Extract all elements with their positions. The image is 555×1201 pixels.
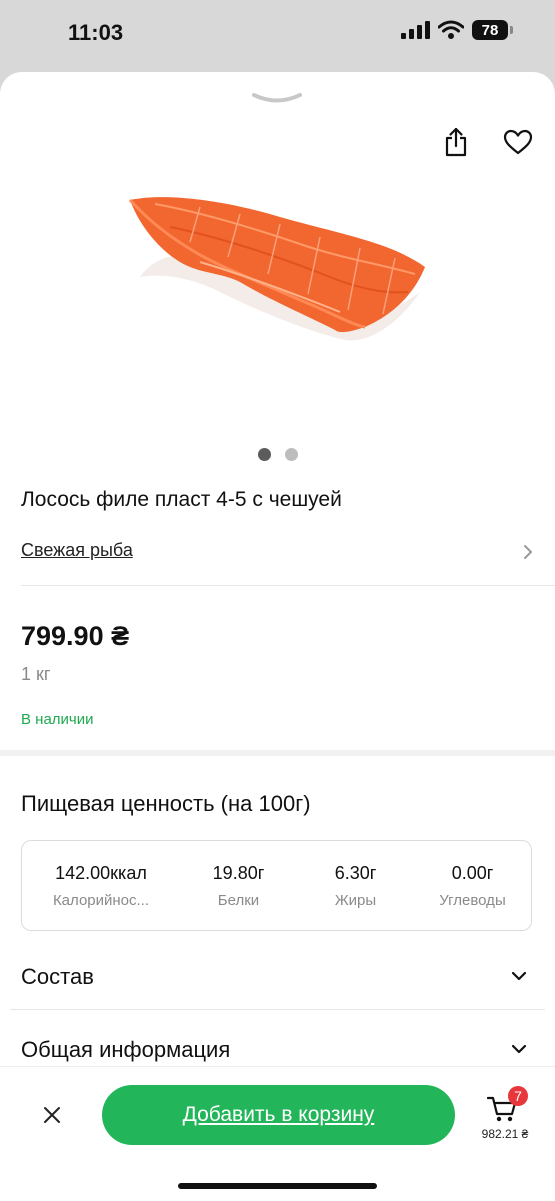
nutrition-label: Углеводы: [439, 891, 506, 909]
grabber-chevron-icon[interactable]: [252, 92, 302, 106]
product-title: Лосось филе пласт 4-5 с чешуей: [21, 488, 342, 511]
cart-button[interactable]: 7 982.21 ₴: [470, 1085, 540, 1145]
product-price: 799.90 ₴: [21, 621, 130, 651]
status-time: 11:03: [68, 20, 124, 45]
category-row[interactable]: Свежая рыба: [0, 532, 555, 574]
nutrition-fat: 6.30г Жиры: [297, 863, 414, 909]
nutrition-value: 142.00ккал: [55, 862, 147, 883]
cart-count-badge: 7: [508, 1086, 528, 1106]
chevron-right-icon: [524, 545, 532, 559]
close-button[interactable]: [36, 1099, 68, 1131]
nutrition-calories: 142.00ккал Калорийнос...: [22, 863, 180, 909]
heart-icon: [503, 129, 533, 155]
favorite-button[interactable]: [498, 122, 538, 162]
cellular-signal-icon: [401, 21, 430, 39]
divider: [21, 585, 555, 586]
bottom-bar: Добавить в корзину 7 982.21 ₴: [0, 1066, 555, 1201]
status-icons: 78: [400, 20, 513, 40]
accordion-label: Общая информация: [21, 1037, 231, 1062]
carousel-dot-2[interactable]: [284, 448, 298, 461]
chevron-down-icon: [511, 1044, 527, 1054]
stock-status: В наличии: [21, 711, 94, 728]
battery-indicator: 78: [472, 20, 513, 40]
battery-level: 78: [472, 20, 508, 40]
nutrition-carbs: 0.00г Углеводы: [414, 863, 531, 909]
home-indicator[interactable]: [178, 1183, 377, 1189]
nutrition-label: Белки: [217, 891, 260, 909]
product-unit: 1 кг: [21, 664, 51, 684]
nutrition-card: 142.00ккал Калорийнос... 19.80г Белки 6.…: [21, 840, 532, 931]
nutrition-title: Пищевая ценность (на 100г): [21, 791, 311, 816]
nutrition-value: 6.30г: [334, 862, 377, 883]
carousel-dots: [0, 448, 555, 461]
battery-cap: [510, 26, 513, 34]
product-sheet: Лосось филе пласт 4-5 с чешуей Свежая ры…: [0, 72, 555, 1200]
divider: [10, 1009, 545, 1010]
chevron-down-icon: [511, 971, 527, 981]
section-separator: [0, 750, 555, 756]
accordion-composition[interactable]: Состав: [0, 948, 555, 1004]
nutrition-value: 19.80г: [212, 862, 265, 883]
accordion-label: Состав: [21, 964, 94, 989]
share-button[interactable]: [436, 122, 476, 162]
nutrition-protein: 19.80г Белки: [180, 863, 297, 909]
category-link[interactable]: Свежая рыба: [21, 540, 133, 561]
product-image[interactable]: [110, 182, 440, 362]
share-icon: [445, 127, 467, 157]
add-to-cart-button[interactable]: Добавить в корзину: [102, 1085, 455, 1145]
status-bar: 11:03 78: [0, 0, 555, 70]
nutrition-label: Калорийнос...: [52, 891, 150, 909]
cart-total: 982.21 ₴: [481, 1127, 529, 1141]
carousel-dot-1[interactable]: [257, 448, 271, 461]
wifi-icon: [438, 20, 464, 39]
nutrition-value: 0.00г: [451, 862, 494, 883]
close-icon: [44, 1107, 60, 1123]
nutrition-label: Жиры: [334, 891, 377, 909]
